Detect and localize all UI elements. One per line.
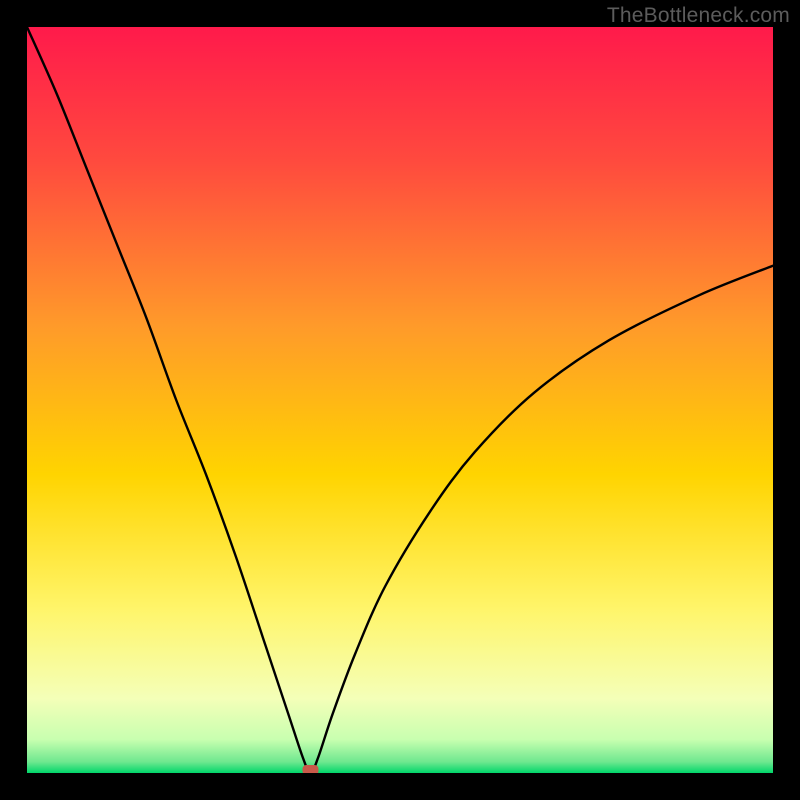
gradient-background xyxy=(27,27,773,773)
chart-frame xyxy=(27,27,773,773)
optimal-marker xyxy=(302,765,318,773)
bottleneck-chart xyxy=(27,27,773,773)
watermark-text: TheBottleneck.com xyxy=(607,4,790,28)
